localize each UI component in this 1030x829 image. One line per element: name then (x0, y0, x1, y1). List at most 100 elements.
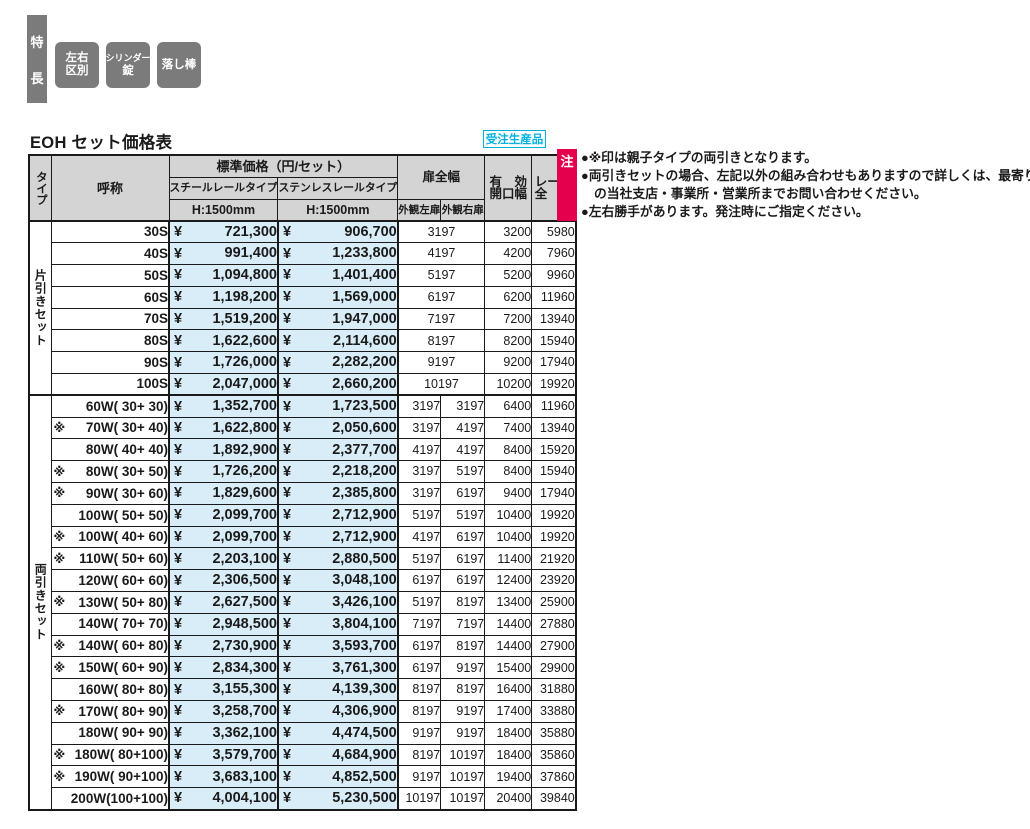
table-row: 200W(100+100) ¥4,004,100 ¥5,230,500 10197 10… (29, 787, 577, 811)
table-row: ※ 80W( 30+ 50) ¥1,726,200 ¥2,218,200 3197 519… (29, 460, 577, 484)
oyako-mark: ※ (53, 595, 66, 610)
door-right-cell: 9197 (440, 656, 486, 680)
steel-price-cell: ¥1,829,600 (168, 482, 279, 505)
opening-width-cell: 16400 (484, 678, 533, 702)
door-left-cell: 5197 (397, 547, 442, 571)
model-name: 100W( 50+ 50) (78, 507, 168, 523)
rail-length-cell: 33880 (531, 700, 577, 723)
stainless-price-cell: ¥1,401,400 (276, 264, 399, 287)
stainless-price-cell: ¥2,050,600 (276, 416, 399, 440)
table-row: 180W( 90+ 90) ¥3,362,100 ¥4,474,500 9197 919… (29, 721, 577, 745)
door-right-cell: 8197 (440, 591, 486, 614)
rail-length-cell: 17940 (531, 351, 577, 375)
model-name-cell: ※ 180W( 80+100) (50, 743, 170, 767)
steel-price-cell: ¥1,622,600 (168, 329, 279, 353)
col-header-price-group: 標準価格（円/セット） (168, 154, 399, 178)
opening-width-cell: 8400 (484, 460, 533, 484)
yen-symbol: ¥ (282, 441, 292, 458)
model-name-cell: 200W(100+100) (50, 787, 170, 811)
yen-symbol: ¥ (282, 267, 292, 284)
opening-width-cell: 9200 (484, 351, 533, 375)
stainless-price-value: 4,139,300 (332, 681, 397, 698)
stainless-price-value: 4,474,500 (332, 724, 397, 741)
stainless-price-cell: ¥2,385,800 (276, 482, 399, 505)
door-left-cell: 6197 (397, 656, 442, 680)
yen-symbol: ¥ (174, 528, 183, 545)
model-name-cell: ※ 110W( 50+ 60) (50, 547, 170, 571)
col-header-type: タイプ (28, 154, 52, 222)
door-left-cell: 5197 (397, 591, 442, 614)
stainless-price-value: 2,880,500 (332, 550, 397, 567)
table-row: ※ 100W( 40+ 60) ¥2,099,700 ¥2,712,900 4197 61… (29, 525, 577, 549)
rail-length-cell: 37860 (531, 765, 577, 789)
steel-price-value: 2,627,500 (212, 594, 277, 611)
rail-length-cell: 17940 (531, 482, 577, 505)
door-width-cell: 4197 (397, 242, 486, 266)
door-left-cell: 5197 (397, 503, 442, 527)
table-row: 片引きセット 30S ¥721,300 ¥906,700 3197 3200 5980 (28, 220, 577, 396)
model-name: 50S (143, 267, 168, 283)
steel-price-value: 2,047,000 (212, 375, 277, 392)
notes-block: 注 ●※印は親子タイプの両引きとなります。 ●両引きセットの場合、左記以外の組み… (557, 149, 1030, 221)
yen-symbol: ¥ (282, 594, 292, 611)
opening-width-cell: 14400 (484, 612, 533, 636)
rail-length-cell: 15940 (531, 329, 577, 353)
opening-width-cell: 20400 (484, 787, 533, 811)
steel-price-value: 2,099,700 (212, 507, 277, 523)
yen-symbol: ¥ (174, 681, 183, 698)
yen-symbol: ¥ (282, 223, 292, 240)
model-name-cell: ※ 190W( 90+100) (50, 765, 170, 789)
yen-symbol: ¥ (282, 703, 292, 720)
steel-price-value: 991,400 (224, 245, 277, 262)
stainless-price-value: 1,233,800 (332, 245, 397, 262)
steel-price-cell: ¥1,352,700 (168, 394, 279, 418)
stainless-price-value: 1,947,000 (332, 310, 397, 327)
model-name-cell: ※ 100W( 40+ 60) (50, 525, 170, 549)
opening-width-cell: 18400 (484, 721, 533, 745)
steel-price-value: 2,834,300 (212, 659, 277, 676)
price-table: タイプ 呼称 標準価格（円/セット） 扉全幅 有 効開口幅 レール全 長 スチー… (28, 154, 577, 811)
model-name-cell: 60W( 30+ 30) (50, 394, 170, 418)
yen-symbol: ¥ (174, 441, 183, 458)
door-right-cell: 6197 (440, 547, 486, 571)
steel-price-cell: ¥2,203,100 (168, 547, 279, 571)
door-left-cell: 3197 (397, 482, 442, 505)
yen-symbol: ¥ (174, 267, 183, 284)
rail-length-cell: 27880 (531, 612, 577, 636)
model-name: 140W( 60+ 80) (78, 638, 168, 654)
oyako-mark: ※ (53, 421, 66, 436)
stainless-price-cell: ¥2,712,900 (276, 525, 399, 549)
note-list: ●※印は親子タイプの両引きとなります。 ●両引きセットの場合、左記以外の組み合わ… (581, 149, 1030, 221)
table-row: 60S ¥1,198,200 ¥1,569,000 6197 6200 11960 (29, 285, 577, 309)
yen-symbol: ¥ (174, 398, 183, 415)
stainless-price-cell: ¥2,660,200 (276, 373, 399, 396)
opening-width-cell: 7200 (484, 307, 533, 331)
model-name: 60W( 30+ 30) (85, 398, 168, 414)
opening-width-cell: 11400 (484, 547, 533, 571)
steel-price-value: 3,579,700 (212, 746, 277, 763)
col-header-steel-height: H:1500mm (168, 198, 279, 222)
col-header-door-right: 外観右扉 (440, 198, 486, 222)
yen-symbol: ¥ (282, 398, 292, 415)
steel-price-cell: ¥2,099,700 (168, 525, 279, 549)
yen-symbol: ¥ (282, 485, 292, 502)
steel-price-value: 2,948,500 (212, 615, 277, 632)
door-left-cell: 8197 (397, 743, 442, 767)
stainless-price-cell: ¥2,218,200 (276, 460, 399, 484)
stainless-price-value: 4,852,500 (332, 768, 397, 785)
yen-symbol: ¥ (174, 746, 183, 763)
model-name: 100W( 40+ 60) (78, 529, 168, 545)
steel-price-value: 1,892,900 (212, 441, 277, 458)
stainless-price-cell: ¥1,723,500 (276, 394, 399, 418)
yen-symbol: ¥ (174, 507, 183, 523)
door-right-cell: 6197 (440, 525, 486, 549)
note-badge: 注 (557, 149, 577, 221)
steel-price-cell: ¥1,622,800 (168, 416, 279, 440)
stainless-price-cell: ¥1,947,000 (276, 307, 399, 331)
door-left-cell: 3197 (397, 460, 442, 484)
oyako-mark: ※ (53, 748, 66, 763)
note-bullet: ● (581, 150, 589, 165)
yen-symbol: ¥ (282, 310, 292, 327)
steel-price-cell: ¥1,519,200 (168, 307, 279, 331)
yen-symbol: ¥ (282, 768, 292, 785)
